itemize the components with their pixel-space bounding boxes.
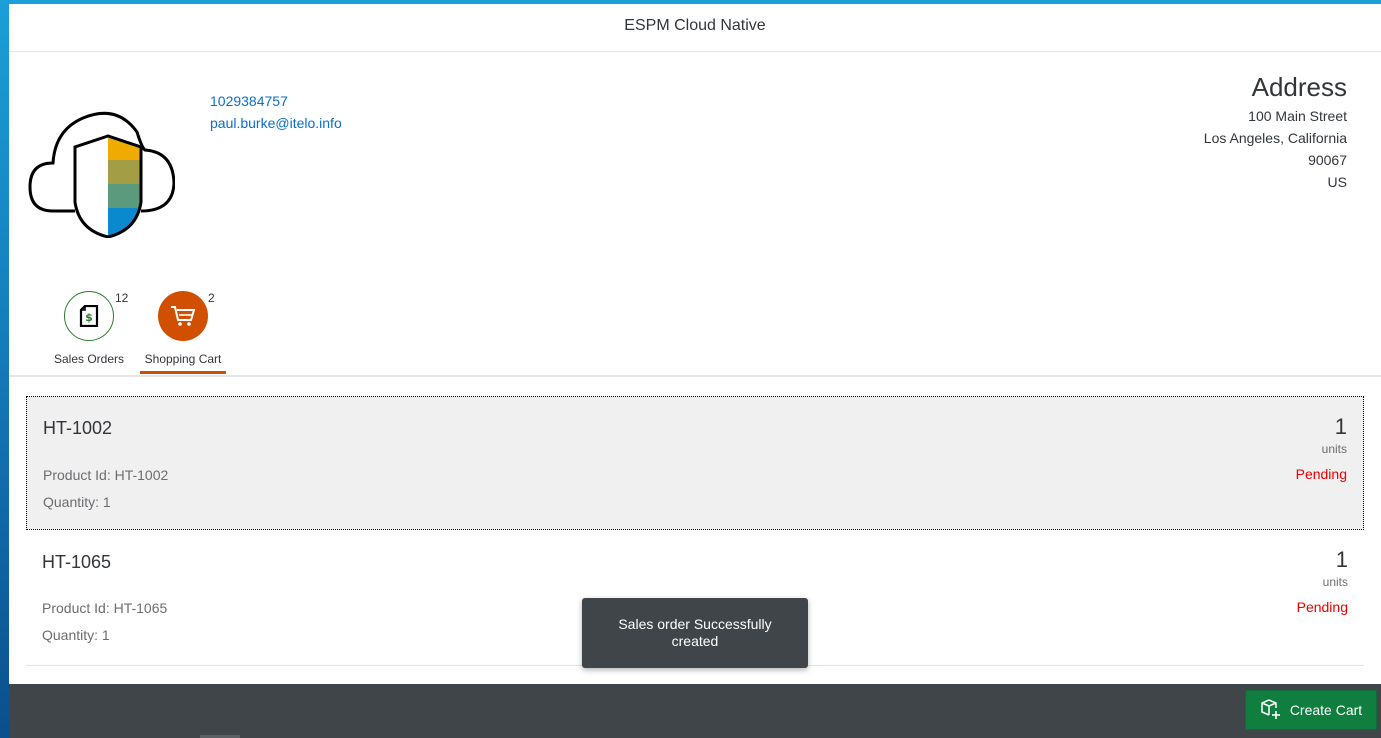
list-item[interactable]: HT-1002 Product Id: HT-1002 Quantity: 1 …: [26, 396, 1364, 530]
create-cart-icon: [1260, 698, 1282, 723]
shell-bar: ESPM Cloud Native: [9, 4, 1381, 52]
toast-message: Sales order Successfully created: [582, 598, 808, 668]
address-city-state: Los Angeles, California: [1203, 130, 1347, 146]
item-title: HT-1065: [42, 552, 112, 572]
tab-sales-orders[interactable]: $ 12 Sales Orders: [47, 287, 131, 366]
customer-phone-link[interactable]: 1029384757: [210, 90, 342, 112]
address-block: Address 100 Main Street Los Angeles, Cal…: [1204, 71, 1347, 193]
svg-text:$: $: [85, 311, 93, 324]
item-number: 1: [1335, 547, 1348, 572]
tab-label-sales-orders: Sales Orders: [53, 352, 125, 366]
address-zip: 90067: [1308, 152, 1347, 168]
item-product-id: Product Id: HT-1002: [43, 467, 169, 483]
cart-icon: [158, 291, 208, 341]
item-title: HT-1002: [43, 418, 113, 438]
tab-label-shopping-cart: Shopping Cart: [144, 352, 222, 366]
item-status: Pending: [1295, 466, 1347, 482]
item-number: 1: [1334, 414, 1347, 439]
create-cart-label: Create Cart: [1289, 702, 1363, 718]
footer-toolbar: Create Cart: [9, 684, 1381, 738]
item-quantity: Quantity: 1: [42, 627, 110, 643]
address-title: Address: [1251, 72, 1347, 102]
selected-tab-indicator: [140, 371, 226, 374]
app-title: ESPM Cloud Native: [624, 17, 766, 34]
sales-order-icon: $: [64, 291, 114, 341]
customer-contact: 1029384757 paul.burke@itelo.info: [210, 90, 342, 134]
tab-shopping-cart[interactable]: 2 Shopping Cart: [139, 287, 227, 366]
create-cart-button[interactable]: Create Cart: [1245, 690, 1377, 730]
item-unit: units: [1321, 442, 1347, 456]
address-street: 100 Main Street: [1248, 108, 1347, 124]
sales-orders-count: 12: [115, 291, 129, 305]
item-status: Pending: [1296, 599, 1348, 615]
address-country: US: [1327, 174, 1347, 190]
customer-email-link[interactable]: paul.burke@itelo.info: [210, 112, 342, 134]
app-container: ESPM Cloud Native 1029384757 paul.burke@…: [9, 4, 1381, 738]
item-quantity: Quantity: 1: [43, 494, 111, 510]
item-product-id: Product Id: HT-1065: [42, 600, 168, 616]
shopping-cart-count: 2: [208, 291, 215, 305]
toast-text: Sales order Successfully created: [618, 616, 772, 649]
cloud-shield-logo: [27, 90, 176, 239]
icon-tab-bar: $ 12 Sales Orders 2 Shopping Cart: [9, 287, 1381, 377]
item-unit: units: [1322, 575, 1348, 589]
